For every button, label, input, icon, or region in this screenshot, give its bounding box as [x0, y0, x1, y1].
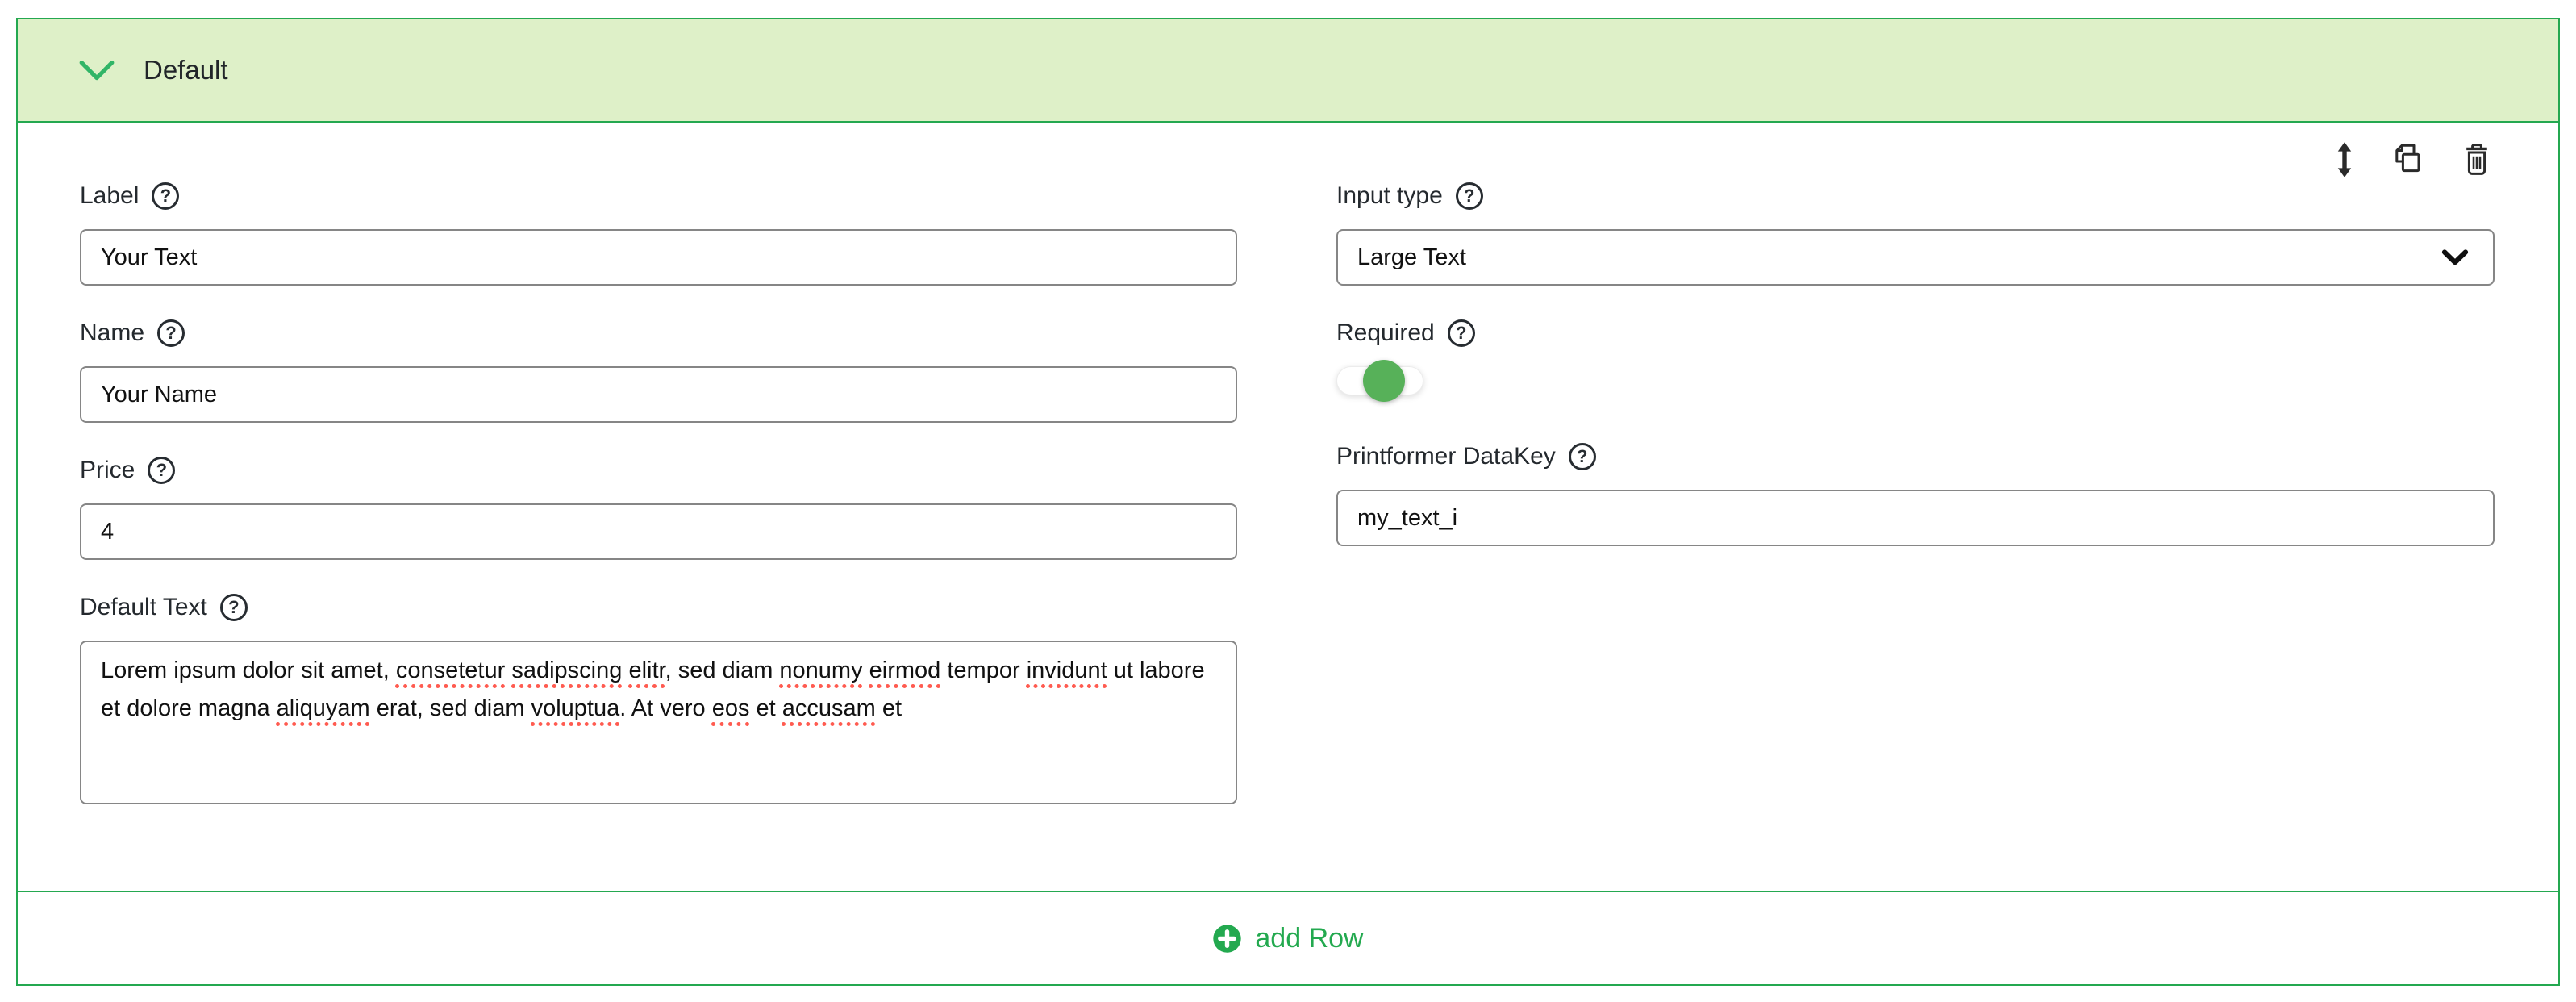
default-text-textarea[interactable]: Lorem ipsum dolor sit amet, consetetur s… [80, 641, 1237, 804]
label-text: Name [80, 319, 144, 347]
label-input[interactable] [80, 229, 1237, 286]
row-toolbar [2332, 139, 2496, 181]
label-text: Required [1336, 319, 1435, 347]
label-text: Printformer DataKey [1336, 443, 1556, 470]
chevron-down-icon [79, 60, 115, 81]
input-type-select[interactable]: Large Text [1336, 229, 2495, 286]
field-price: Price ? [80, 455, 1237, 560]
section-title: Default [144, 55, 228, 86]
question-mark-circle-icon[interactable]: ? [148, 457, 175, 484]
field-name-caption: Name ? [80, 318, 1237, 349]
duplicate-row-button[interactable] [2385, 139, 2430, 181]
field-printformer-datakey: Printformer DataKey ? [1336, 441, 2495, 546]
question-mark-circle-icon[interactable]: ? [220, 594, 248, 621]
section-body: Label ? Name ? Price ? [18, 123, 2558, 891]
field-input-type: Input type ? Large Text [1336, 181, 2495, 286]
section-footer: add Row [18, 891, 2558, 984]
question-mark-circle-icon[interactable]: ? [1448, 319, 1475, 347]
price-input[interactable] [80, 503, 1237, 560]
question-mark-circle-icon[interactable]: ? [1456, 182, 1483, 210]
add-row-button[interactable]: add Row [1207, 922, 1368, 955]
field-default-text-caption: Default Text ? [80, 592, 1237, 623]
form-column-right: Input type ? Large Text [1336, 181, 2495, 837]
field-input-type-caption: Input type ? [1336, 181, 2495, 211]
question-mark-circle-icon[interactable]: ? [152, 182, 179, 210]
printformer-datakey-input[interactable] [1336, 490, 2495, 546]
name-input[interactable] [80, 366, 1237, 423]
plus-circle-icon [1212, 924, 1242, 954]
move-vertical-icon [2333, 141, 2356, 178]
input-type-select-wrap: Large Text [1336, 229, 2495, 286]
field-label-caption: Label ? [80, 181, 1237, 211]
form-columns: Label ? Name ? Price ? [80, 123, 2496, 837]
add-row-label: add Row [1255, 923, 1363, 954]
delete-row-button[interactable] [2457, 140, 2496, 180]
label-text: Label [80, 182, 139, 210]
section-header[interactable]: Default [18, 19, 2558, 123]
trash-icon [2459, 141, 2495, 178]
field-label: Label ? [80, 181, 1237, 286]
field-required: Required ? [1336, 318, 2495, 395]
form-row-widget: Default [16, 18, 2560, 986]
label-text: Price [80, 457, 135, 484]
field-printformer-datakey-caption: Printformer DataKey ? [1336, 441, 2495, 472]
label-text: Default Text [80, 594, 207, 621]
field-required-caption: Required ? [1336, 318, 2495, 349]
form-column-left: Label ? Name ? Price ? [80, 181, 1237, 837]
move-row-button[interactable] [2332, 140, 2357, 180]
question-mark-circle-icon[interactable]: ? [157, 319, 185, 347]
field-default-text: Default Text ? Lorem ipsum dolor sit ame… [80, 592, 1237, 804]
toggle-knob [1363, 360, 1405, 402]
field-name: Name ? [80, 318, 1237, 423]
field-price-caption: Price ? [80, 455, 1237, 486]
question-mark-circle-icon[interactable]: ? [1569, 443, 1596, 470]
duplicate-icon [2386, 140, 2428, 179]
required-toggle[interactable] [1336, 366, 1423, 395]
label-text: Input type [1336, 182, 1443, 210]
